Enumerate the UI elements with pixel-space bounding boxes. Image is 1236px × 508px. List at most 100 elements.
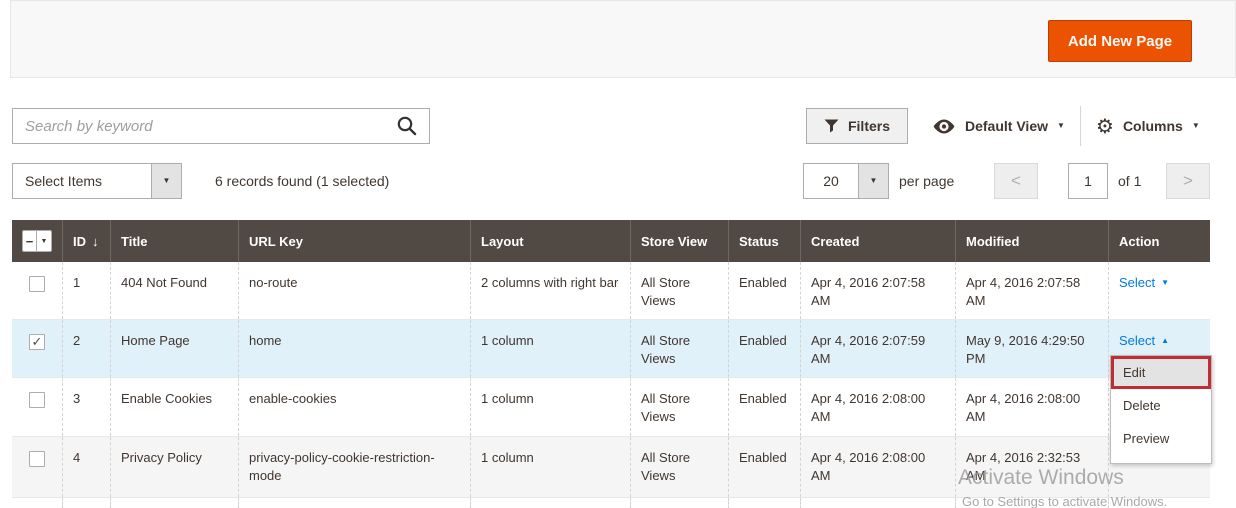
header-created[interactable]: Created <box>800 220 955 262</box>
select-all-header: − ▼ <box>12 220 62 262</box>
header-layout[interactable]: Layout <box>470 220 630 262</box>
eye-icon <box>932 119 956 134</box>
cell-url-key: privacy-policy-cookie-restriction-mode <box>238 437 470 497</box>
per-page-value: 20 <box>804 164 858 198</box>
add-new-page-button[interactable]: Add New Page <box>1048 20 1192 62</box>
cell-modified: Apr 4, 2016 2:07:58 AM <box>955 262 1108 319</box>
header-store-view[interactable]: Store View <box>630 220 728 262</box>
previous-page-button[interactable]: < <box>994 163 1038 199</box>
indeterminate-checkbox-icon: − <box>23 231 36 251</box>
row-select-action-open[interactable]: Select ▲ <box>1119 332 1169 350</box>
menu-item-preview[interactable]: Preview <box>1111 422 1211 455</box>
menu-item-edit[interactable]: Edit <box>1111 356 1211 389</box>
header-url-key[interactable]: URL Key <box>238 220 470 262</box>
table-row-selected: ✓ 2 Home Page home 1 column All Store Vi… <box>12 320 1210 378</box>
table-row: 1 404 Not Found no-route 2 columns with … <box>12 262 1210 320</box>
filters-label: Filters <box>848 118 890 134</box>
select-label: Select <box>1119 332 1155 350</box>
cell-created: Apr 4, 2016 2:08:00 AM <box>800 378 955 436</box>
search-input[interactable] <box>12 108 430 144</box>
cell-modified: Apr 4, 2016 2:08:00 AM <box>955 378 1108 436</box>
cell-layout: 1 column <box>470 378 630 436</box>
per-page-label: per page <box>899 163 954 199</box>
grid-header-row: − ▼ ID ↓ Title URL Key Layout Store View… <box>12 220 1210 262</box>
chevron-down-icon: ▼ <box>163 177 171 185</box>
select-label: Select <box>1119 274 1155 292</box>
cell-title: Privacy Policy <box>110 437 238 497</box>
toolbar-divider <box>1080 106 1081 146</box>
cell-modified: Apr 4, 2016 2:32:53 AM <box>955 437 1108 497</box>
sort-desc-icon: ↓ <box>92 234 99 249</box>
cell-id: 3 <box>62 378 110 436</box>
header-status[interactable]: Status <box>728 220 800 262</box>
chevron-down-icon: ▼ <box>1057 122 1065 130</box>
header-id[interactable]: ID ↓ <box>62 220 110 262</box>
page-header-band: Add New Page <box>10 0 1236 78</box>
header-id-label: ID <box>73 234 86 249</box>
gear-icon: ⚙ <box>1096 116 1114 136</box>
cell-modified: May 9, 2016 4:29:50 PM <box>955 320 1108 377</box>
records-summary: 6 records found (1 selected) <box>215 163 389 199</box>
per-page-caret: ▼ <box>858 164 888 198</box>
cell-status: Enabled <box>728 320 800 377</box>
table-row: 3 Enable Cookies enable-cookies 1 column… <box>12 378 1210 437</box>
cell-status: Enabled <box>728 378 800 436</box>
header-modified[interactable]: Modified <box>955 220 1108 262</box>
chevron-up-icon: ▲ <box>1161 337 1169 345</box>
row-checkbox-checked[interactable]: ✓ <box>29 334 45 350</box>
chevron-down-icon: ▼ <box>870 177 878 185</box>
check-icon: ✓ <box>32 333 43 351</box>
columns-label: Columns <box>1123 118 1183 134</box>
cell-created: Apr 4, 2016 2:07:58 AM <box>800 262 955 319</box>
cell-store-view: All Store Views <box>630 437 728 497</box>
cell-url-key: no-route <box>238 262 470 319</box>
search-icon[interactable] <box>396 115 418 137</box>
page-count-label: of 1 <box>1118 163 1141 199</box>
row-checkbox[interactable] <box>29 451 45 467</box>
cell-store-view: All Store Views <box>630 262 728 319</box>
cell-status: Enabled <box>728 437 800 497</box>
mass-action-dropdown[interactable]: Select Items ▼ <box>12 163 182 199</box>
cell-url-key: enable-cookies <box>238 378 470 436</box>
cell-created: Apr 4, 2016 2:08:00 AM <box>800 437 955 497</box>
row-checkbox[interactable] <box>29 276 45 292</box>
cell-store-view: All Store Views <box>630 378 728 436</box>
table-row-partial <box>12 498 1210 508</box>
cms-pages-grid: − ▼ ID ↓ Title URL Key Layout Store View… <box>12 220 1210 508</box>
mass-action-caret: ▼ <box>151 164 181 198</box>
cell-id: 4 <box>62 437 110 497</box>
per-page-dropdown[interactable]: 20 ▼ <box>803 163 889 199</box>
menu-item-delete[interactable]: Delete <box>1111 389 1211 422</box>
select-all-dropdown[interactable]: − ▼ <box>22 230 52 252</box>
cell-layout: 2 columns with right bar <box>470 262 630 319</box>
header-action[interactable]: Action <box>1108 220 1210 262</box>
cell-url-key: home <box>238 320 470 377</box>
filters-button[interactable]: Filters <box>806 108 908 144</box>
row-checkbox[interactable] <box>29 392 45 408</box>
cell-layout: 1 column <box>470 437 630 497</box>
select-all-caret: ▼ <box>36 231 51 251</box>
next-page-button[interactable]: > <box>1166 163 1210 199</box>
cell-title: Enable Cookies <box>110 378 238 436</box>
view-label: Default View <box>965 118 1048 134</box>
columns-dropdown[interactable]: ⚙ Columns ▼ <box>1096 108 1200 144</box>
cell-created: Apr 4, 2016 2:07:59 AM <box>800 320 955 377</box>
chevron-down-icon: ▼ <box>41 238 48 245</box>
mass-action-label: Select Items <box>13 164 151 198</box>
table-row: 4 Privacy Policy privacy-policy-cookie-r… <box>12 437 1210 498</box>
chevron-down-icon: ▼ <box>1161 279 1169 287</box>
filter-icon <box>824 119 839 133</box>
cell-layout: 1 column <box>470 320 630 377</box>
default-view-dropdown[interactable]: Default View ▼ <box>932 108 1065 144</box>
cell-id: 2 <box>62 320 110 377</box>
cell-title: 404 Not Found <box>110 262 238 319</box>
cell-id: 1 <box>62 262 110 319</box>
cell-status: Enabled <box>728 262 800 319</box>
current-page-input[interactable] <box>1068 163 1108 199</box>
row-action-menu: Edit Delete Preview <box>1110 355 1212 464</box>
cell-title: Home Page <box>110 320 238 377</box>
row-select-action[interactable]: Select ▼ <box>1119 274 1169 292</box>
chevron-down-icon: ▼ <box>1192 122 1200 130</box>
cell-store-view: All Store Views <box>630 320 728 377</box>
header-title[interactable]: Title <box>110 220 238 262</box>
